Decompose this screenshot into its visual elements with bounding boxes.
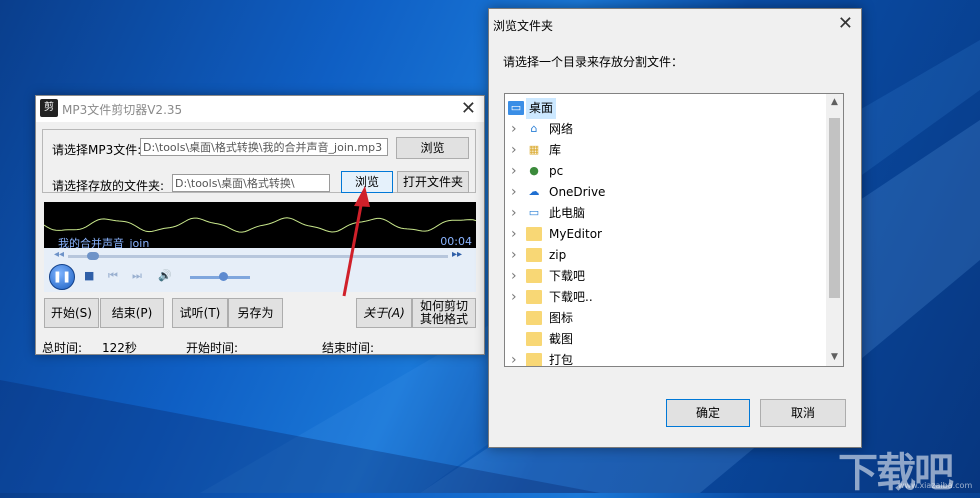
folder-tree[interactable]: › 打包 截图 图标 › 下载吧.. › 下载吧 › zip › MyEditor › ▭ 此电脑 › ☁ One… bbox=[504, 93, 844, 367]
tree-item-label: 网络 bbox=[549, 122, 574, 136]
tree-item-label: 此电脑 bbox=[549, 206, 586, 220]
tree-item-label: 截图 bbox=[549, 332, 574, 346]
tree-item-label: pc bbox=[549, 164, 564, 178]
tree-item-label: 库 bbox=[549, 143, 562, 157]
network-icon: ⌂ bbox=[530, 122, 538, 135]
expand-chevron-icon[interactable]: › bbox=[511, 245, 517, 266]
tree-item-label: MyEditor bbox=[549, 227, 602, 241]
tree-item-label: 下载吧 bbox=[549, 269, 586, 283]
tree-item[interactable]: 截图 bbox=[505, 329, 823, 350]
tree-item[interactable]: › ☁ OneDrive bbox=[505, 182, 823, 203]
tree-item-label: zip bbox=[549, 248, 567, 262]
tree-item[interactable]: › ⌂ 网络 bbox=[505, 119, 823, 140]
folder-icon bbox=[526, 353, 542, 366]
tree-item[interactable]: › 下载吧.. bbox=[505, 287, 823, 308]
tree-item[interactable]: ▭ 桌面 bbox=[505, 98, 823, 119]
scroll-up-icon[interactable]: ▲ bbox=[826, 94, 843, 111]
tree-item[interactable]: › 下载吧 bbox=[505, 266, 823, 287]
tree-item-label: 桌面 bbox=[526, 98, 557, 119]
tree-item[interactable]: › ▦ 库 bbox=[505, 140, 823, 161]
expand-chevron-icon[interactable]: › bbox=[511, 182, 517, 203]
computer-icon: ▭ bbox=[528, 206, 540, 219]
tree-item-label: OneDrive bbox=[549, 185, 606, 199]
browse-folder-dialog: 浏览文件夹 ✕ 请选择一个目录来存放分割文件： › 打包 截图 图标 › 下载吧.. › 下载… bbox=[488, 8, 862, 448]
tree-item-label: 图标 bbox=[549, 311, 574, 325]
library-icon: ▦ bbox=[528, 143, 540, 156]
tree-item-label: 打包 bbox=[549, 353, 574, 367]
folder-icon bbox=[526, 332, 542, 346]
tree-item-label: 下载吧.. bbox=[549, 290, 593, 304]
dialog-prompt: 请选择一个目录来存放分割文件： bbox=[503, 55, 684, 69]
folder-icon bbox=[526, 290, 542, 304]
tree-item[interactable]: › ▭ 此电脑 bbox=[505, 203, 823, 224]
tree-item[interactable]: › ● pc bbox=[505, 161, 823, 182]
expand-chevron-icon[interactable]: › bbox=[511, 140, 517, 161]
cancel-button[interactable]: 取消 bbox=[760, 399, 846, 427]
ok-button[interactable]: 确定 bbox=[666, 399, 750, 427]
expand-chevron-icon[interactable]: › bbox=[511, 224, 517, 245]
expand-chevron-icon[interactable]: › bbox=[511, 119, 517, 140]
folder-icon bbox=[526, 227, 542, 241]
folder-icon bbox=[526, 248, 542, 262]
tree-item[interactable]: › 打包 bbox=[505, 350, 823, 367]
user-icon: ● bbox=[529, 164, 539, 177]
desktop-icon: ▭ bbox=[508, 101, 524, 115]
folder-icon bbox=[526, 311, 542, 325]
scroll-thumb[interactable] bbox=[829, 118, 840, 298]
tree-scrollbar[interactable]: ▲ ▼ bbox=[826, 94, 843, 366]
tree-item[interactable]: › zip bbox=[505, 245, 823, 266]
watermark-url: www.xiazaiba.com bbox=[898, 481, 973, 490]
close-icon[interactable]: ✕ bbox=[838, 13, 853, 34]
cloud-icon: ☁ bbox=[528, 185, 540, 198]
expand-chevron-icon[interactable]: › bbox=[511, 266, 517, 287]
tree-item[interactable]: 图标 bbox=[505, 308, 823, 329]
expand-chevron-icon[interactable]: › bbox=[511, 203, 517, 224]
dialog-title: 浏览文件夹 bbox=[493, 19, 554, 33]
tree-item[interactable]: › MyEditor bbox=[505, 224, 823, 245]
scroll-down-icon[interactable]: ▼ bbox=[826, 349, 843, 366]
expand-chevron-icon[interactable]: › bbox=[511, 287, 517, 308]
folder-icon bbox=[526, 269, 542, 283]
expand-chevron-icon[interactable]: › bbox=[511, 161, 517, 182]
expand-chevron-icon[interactable]: › bbox=[511, 350, 517, 366]
